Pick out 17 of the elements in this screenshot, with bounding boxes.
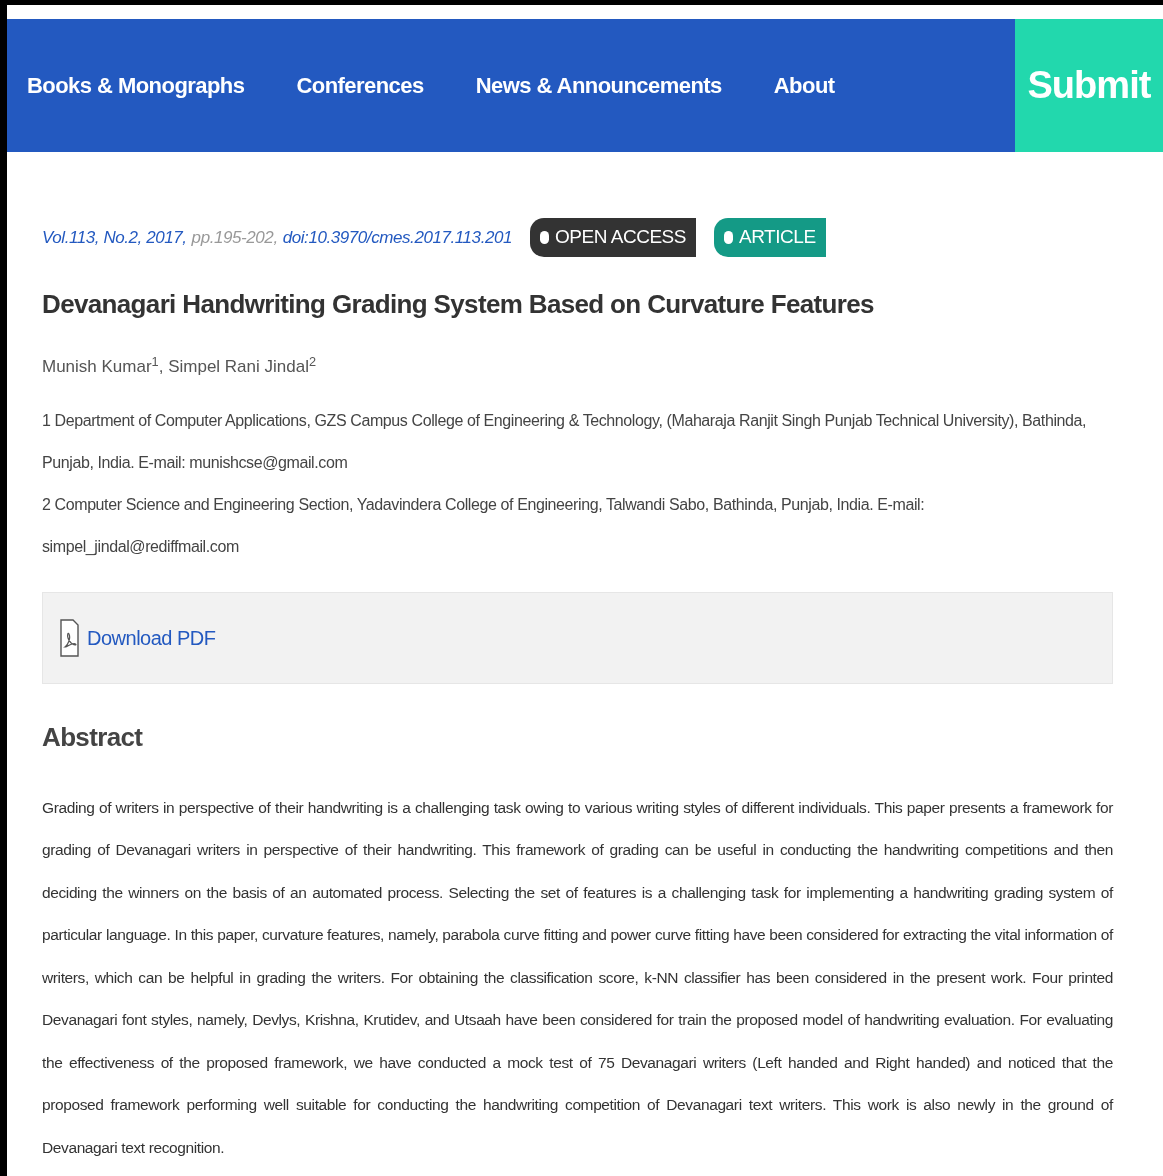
nav-link[interactable]: Books & Monographs xyxy=(27,69,245,102)
page-range: pp.195-202, xyxy=(191,226,278,249)
abstract-heading: Abstract xyxy=(42,720,144,754)
nav-link[interactable]: About xyxy=(773,69,835,102)
abstract-text: Grading of writers in perspective of their handwriting is a challenging task owing to various writing styles of different individuals. This paper presents a framework for grading of Devanagari writers in perspective of their handwriting. This framework of grading can be useful in conducting the handwriting competitions and then deciding the winners on the basis of an automated process. Selecting the set of features is a challenging task for implementing a handwriting grading system of particular language. In this paper, curvature features, namely, parabola curve fitting and power curve fitting have been considered for extracting the vital information of writers, which can be helpful in grading the writers. For obtaining the classification score, k-NN classifier has been considered in the present work. Four printed Devanagari font styles, namely, Devlys, Krishna, Krutidev, and Utsaah have been considered for train the proposed model of handwriting evaluation. For evaluating the effectiveness of the proposed framework, we have conducted a mock test of 75 Devanagari writers (Left handed and Right handed) and noticed that the proposed framework performing well suitable for conducting the handwriting competition of Devanagari text writers. This work is also newly in the ground of Devanagari text recognition. xyxy=(42,797,1113,1158)
author-list: Munish Kumar$^{1}$, Simpel Rani Jindal$^{2}$ xyxy=(42,354,1113,380)
article-badge: OPEN ACCESS xyxy=(530,218,696,257)
pdf-file-icon xyxy=(59,618,79,657)
download-pdf-link[interactable]: Download PDF xyxy=(87,622,216,653)
nav-link[interactable]: Conferences xyxy=(296,69,424,102)
affiliation-text: 2 Computer Science and Engineering Section, Yadavindera College of Engineering, Talwandi Sabo, Bathinda, Punjab, India. E-mail: simpel_jindal@rediffmail.com xyxy=(42,494,926,557)
article-badge: ARTICLE xyxy=(714,218,826,257)
citation-link[interactable]: Vol.113, No.2, 2017, xyxy=(42,224,187,251)
nav-link[interactable]: News & Announcements xyxy=(475,69,722,102)
affiliation-text: 1 Department of Computer Applications, GZS Campus College of Engineering & Technology, (Maharaja Ranjit Singh Punjab Technical University), Bathinda, Punjab, India. E-mail: munishcse@gmail.com xyxy=(42,410,1088,473)
citation-link[interactable]: doi:10.3970/cmes.2017.113.201 xyxy=(282,224,512,251)
article-title: Devanagari Handwriting Grading System Based on Curvature Features xyxy=(42,288,875,321)
